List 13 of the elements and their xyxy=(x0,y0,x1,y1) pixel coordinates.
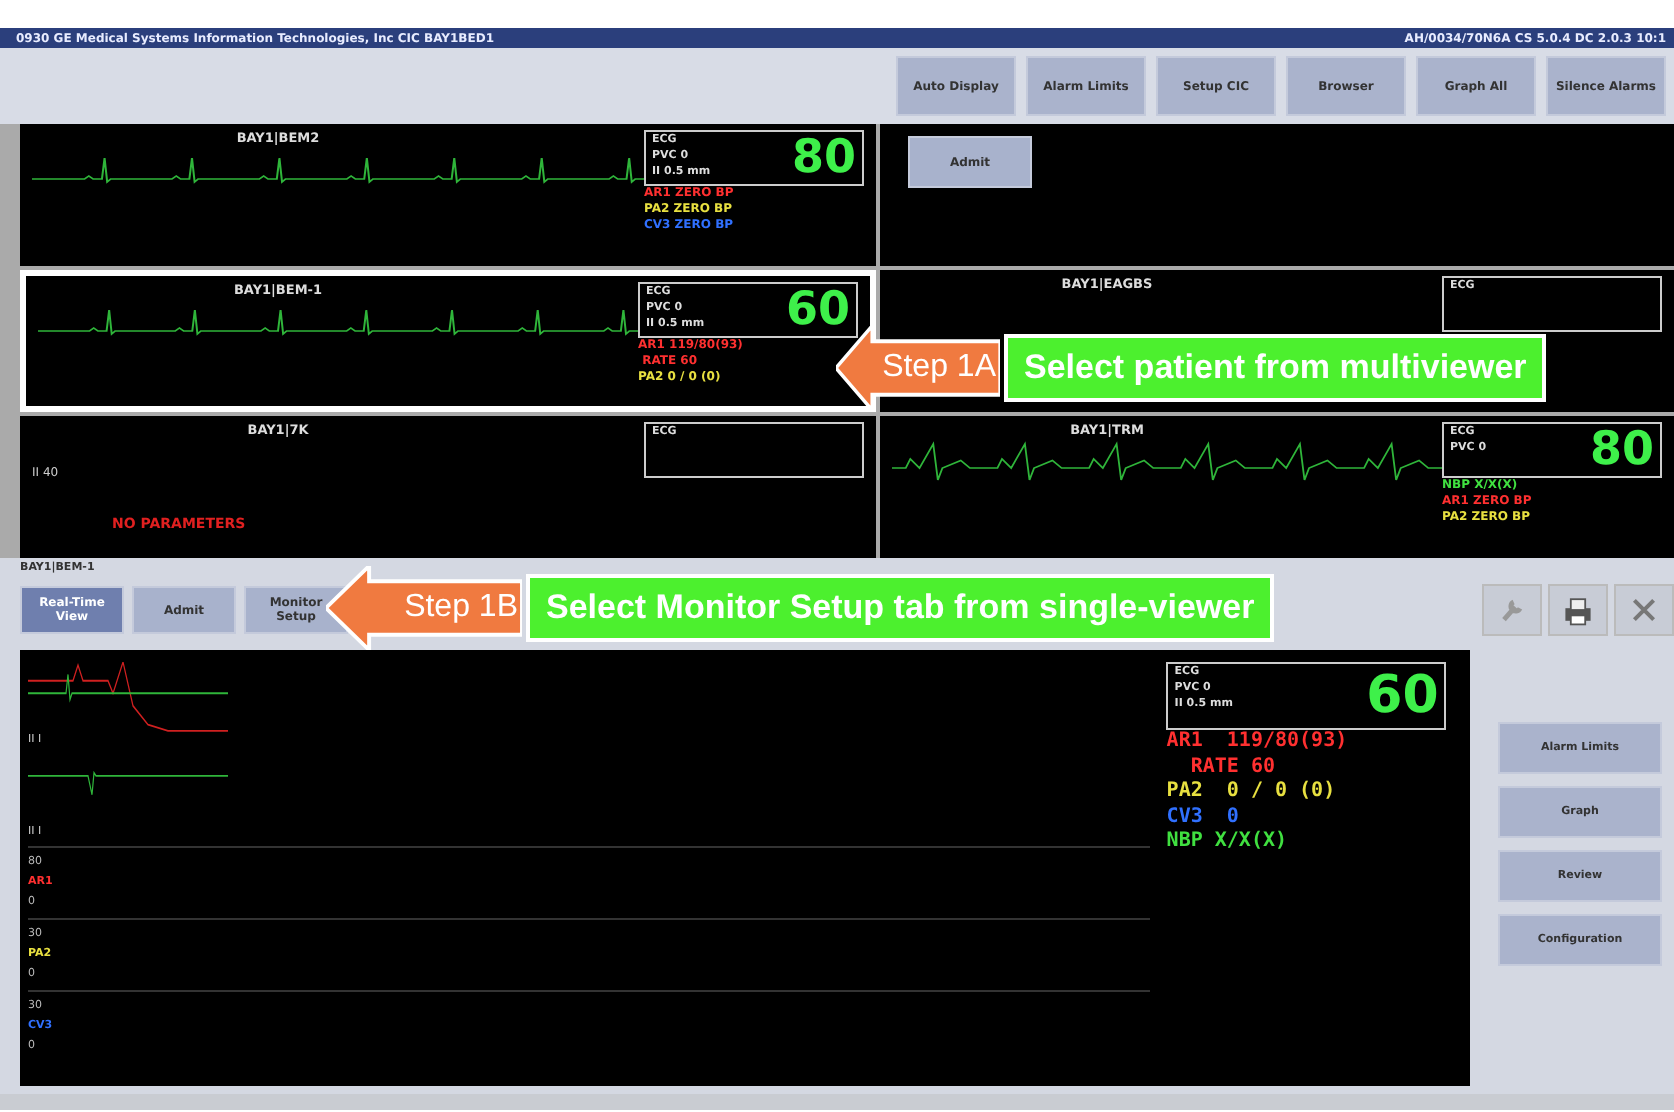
heart-rate: 80 xyxy=(791,135,856,181)
parameter-text: AR1 119/80(93) xyxy=(1166,730,1348,755)
instruction-tooltip: Select patient from multiviewer xyxy=(1004,334,1547,402)
heart-rate: 80 xyxy=(1589,427,1654,473)
step-tooltip: Step 1B xyxy=(326,566,522,650)
printer-icon[interactable] xyxy=(1548,584,1608,636)
step-tooltip: Step 1A xyxy=(836,326,1000,410)
parameter-text: NBP X/X(X) xyxy=(1166,830,1288,855)
parameter-text: PA2 0 / 0 (0) xyxy=(1166,780,1336,805)
heart-rate: 60 xyxy=(1366,670,1439,722)
parameter-text: CV3 0 xyxy=(1166,805,1239,830)
parameter-text: RATE 60 xyxy=(1188,755,1275,780)
instruction-tooltip: Select Monitor Setup tab from single-viewer xyxy=(526,574,1275,642)
